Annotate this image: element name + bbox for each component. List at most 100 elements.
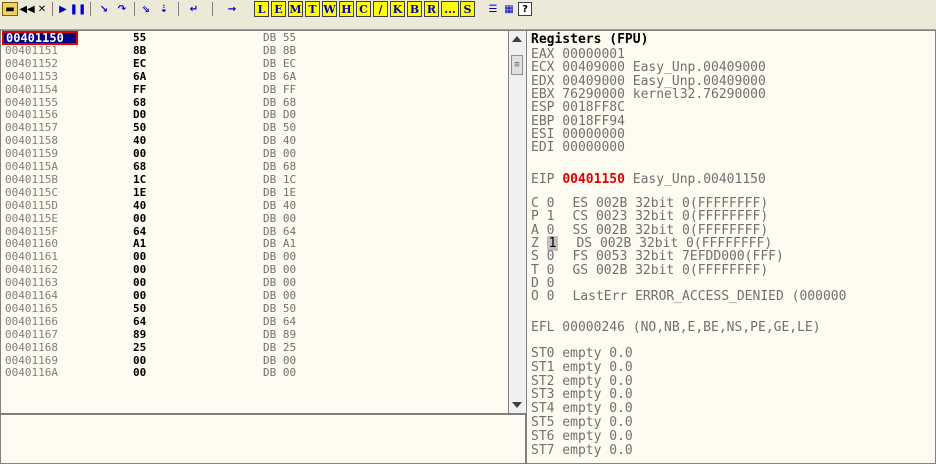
flag-row[interactable]: A 0 SS 002B 32bit 0(FFFFFFFF) (531, 224, 768, 237)
dump-row[interactable]: 00401156 D0 DB D0 (1, 109, 508, 120)
dump-row[interactable]: 00401166 64 DB 64 (1, 316, 508, 327)
flag-row[interactable]: O 0 LastErr ERROR_ACCESS_DENIED (000000 (531, 290, 846, 303)
dump-row[interactable]: 00401160 A1 DB A1 (1, 238, 508, 249)
dump-row[interactable]: 0040115C 1E DB 1E (1, 185, 508, 199)
dump-row[interactable]: 00401153 6A DB 6A (1, 69, 508, 83)
dump-address: 0040115C (5, 185, 58, 199)
dump-hex: 1E (133, 185, 147, 199)
gp-register[interactable]: EBX 76290000 kernel32.76290000 (531, 88, 766, 101)
dump-row[interactable]: 00401163 00 DB 00 (1, 277, 508, 288)
scroll-thumb[interactable]: ≡ (511, 55, 523, 75)
dump-row[interactable]: 0040115F 64 DB 64 (1, 226, 508, 237)
help-button[interactable]: ? (518, 2, 532, 16)
source-window-button[interactable]: S (460, 1, 475, 17)
dump-address: 00401168 (5, 340, 58, 354)
rewind-icon[interactable]: ◀◀ (19, 2, 34, 16)
cpu-dump-pane[interactable]: 00401150 55 DB 55 00401151 8B DB 8B 00401152 EC… (0, 30, 509, 414)
fpu-register[interactable]: ST3 empty 0.0 (531, 388, 633, 401)
flag-row[interactable]: P 1 CS 0023 32bit 0(FFFFFFFF) (531, 210, 768, 223)
modules-window-button[interactable]: E (271, 1, 286, 17)
trace-into-icon[interactable]: ⇘ (138, 2, 154, 16)
efl-register[interactable]: EFL 00000246 (NO,NB,E,BE,NS,PE,GE,LE) (531, 321, 821, 334)
open-folder-icon[interactable]: ▬ (2, 2, 18, 16)
dump-row[interactable]: 00401155 68 DB 68 (1, 97, 508, 108)
call-stack-window-button[interactable]: K (390, 1, 405, 17)
trace-over-icon[interactable]: ⇣ (156, 2, 172, 16)
list-icon[interactable]: ☰ (486, 2, 500, 16)
flag-row[interactable]: D 0 (531, 277, 572, 290)
run-icon[interactable]: ▶ (56, 2, 70, 16)
dump-hex: 00 (133, 353, 147, 367)
pause-icon[interactable]: ❚❚ (70, 2, 87, 16)
flag-row[interactable]: S 0 FS 0053 32bit 7EFDD000(FFF) (531, 250, 784, 263)
gp-register[interactable]: ECX 00409000 Easy_Unp.00409000 (531, 61, 766, 74)
dump-row[interactable]: 0040115D 40 DB 40 (1, 198, 508, 212)
windows-window-button[interactable]: W (322, 1, 337, 17)
dump-row[interactable]: 00401151 8B DB 8B (1, 45, 508, 56)
dump-row[interactable]: 0040115B 1C DB 1C (1, 174, 508, 185)
dump-row[interactable]: 00401164 00 DB 00 (1, 289, 508, 302)
step-over-icon[interactable]: ↷ (114, 2, 130, 16)
references-window-button[interactable]: R (424, 1, 439, 17)
registers-pane[interactable]: Registers (FPU) EIP 00401150 Easy_Unp.00… (526, 30, 936, 464)
eip-register[interactable]: EIP 00401150 Easy_Unp.00401150 (531, 173, 766, 186)
dump-scrollbar[interactable]: ≡ (509, 30, 526, 414)
execute-till-return-icon[interactable]: ↵ (186, 2, 202, 16)
close-icon[interactable]: ✕ (36, 2, 48, 16)
dump-hex: 00 (133, 147, 147, 161)
dump-row[interactable]: 0040115A 68 DB 68 (1, 161, 508, 172)
patches-window-button[interactable]: / (373, 1, 388, 17)
flag-row[interactable]: C 0 ES 002B 32bit 0(FFFFFFFF) (531, 197, 768, 210)
step-into-icon[interactable]: ↘ (96, 2, 112, 16)
dump-address: 00401164 (5, 289, 58, 302)
cpu-window-button[interactable]: C (356, 1, 371, 17)
gp-register[interactable]: ESP 0018FF8C (531, 101, 625, 114)
dump-row[interactable]: 00401161 00 DB 00 (1, 251, 508, 262)
scroll-up-icon[interactable] (512, 36, 522, 42)
dump-row[interactable]: 00401169 00 DB 00 (1, 353, 508, 367)
gp-register[interactable]: EDX 00409000 Easy_Unp.00409000 (531, 75, 766, 88)
flag-row[interactable]: Z 1 DS 002B 32bit 0(FFFFFFFF) (531, 235, 772, 251)
log-window-button[interactable]: L (254, 1, 269, 17)
dump-row[interactable]: 00401159 00 DB 00 (1, 147, 508, 161)
memory-window-button[interactable]: M (288, 1, 303, 17)
dump-row[interactable]: 00401162 00 DB 00 (1, 264, 508, 275)
gp-register[interactable]: EDI 00000000 (531, 141, 625, 154)
breakpoints-window-button[interactable]: B (407, 1, 422, 17)
fpu-register[interactable]: ST7 empty 0.0 (531, 444, 633, 457)
fpu-register[interactable]: ST4 empty 0.0 (531, 402, 633, 415)
gp-register[interactable]: ESI 00000000 (531, 128, 625, 141)
run-trace-window-button[interactable]: ... (441, 1, 459, 17)
registers-title: Registers (FPU) (531, 32, 649, 47)
dump-row[interactable]: 00401152 EC DB EC (1, 56, 508, 70)
dump-row[interactable]: 00401154 FF DB FF (1, 84, 508, 95)
dump-disasm: DB 6A (263, 69, 297, 83)
dump-row[interactable]: 0040116A 00 DB 00 (1, 367, 508, 378)
flag-row[interactable]: T 0 GS 002B 32bit 0(FFFFFFFF) (531, 264, 768, 277)
gp-register[interactable]: EBP 0018FF94 (531, 115, 625, 128)
fpu-register[interactable]: ST2 empty 0.0 (531, 375, 633, 388)
options-grid-icon[interactable]: ▦ (502, 2, 516, 16)
dump-address: 0040115D (5, 198, 58, 212)
dump-row[interactable]: 00401167 89 DB 89 (1, 329, 508, 340)
handles-window-button[interactable]: H (339, 1, 354, 17)
dump-address: 00401159 (5, 147, 58, 161)
dump-row[interactable]: 00401168 25 DB 25 (1, 340, 508, 354)
dump-disasm: DB 00 (263, 147, 297, 161)
dump-row[interactable]: 00401157 50 DB 50 (1, 122, 508, 133)
fpu-register[interactable]: ST5 empty 0.0 (531, 416, 633, 429)
separator (90, 2, 91, 16)
dump-row[interactable]: 55 DB 55 (1, 32, 508, 43)
gp-register[interactable]: EAX 00000001 (531, 48, 625, 61)
dump-row[interactable]: 00401158 40 DB 40 (1, 135, 508, 146)
fpu-register[interactable]: ST6 empty 0.0 (531, 430, 633, 443)
dump-row[interactable]: 00401165 50 DB 50 (1, 303, 508, 314)
dump-disasm: DB EC (263, 56, 297, 70)
go-to-icon[interactable]: → (224, 2, 240, 16)
scroll-down-icon[interactable] (512, 402, 522, 408)
segment-register: GS 002B 32bit 0(FFFFFFFF) (572, 262, 769, 278)
threads-window-button[interactable]: T (305, 1, 320, 17)
dump-row[interactable]: 0040115E 00 DB 00 (1, 213, 508, 224)
fpu-register[interactable]: ST1 empty 0.0 (531, 361, 633, 374)
fpu-register[interactable]: ST0 empty 0.0 (531, 347, 633, 360)
